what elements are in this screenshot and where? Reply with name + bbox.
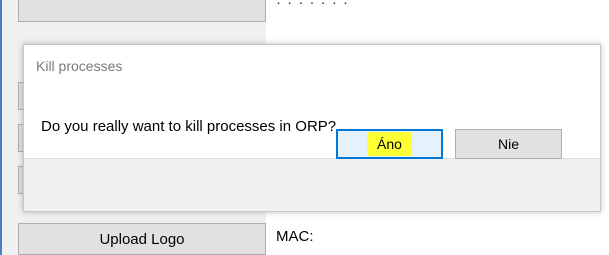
upload-logo-button[interactable]: Upload Logo xyxy=(18,223,266,255)
no-button[interactable]: Nie xyxy=(455,129,562,159)
yes-button-label: Áno xyxy=(367,132,412,156)
window-left-border xyxy=(0,0,2,255)
upload-logo-label: Upload Logo xyxy=(99,230,185,248)
kill-processes-dialog: Kill processes Do you really want to kil… xyxy=(23,44,601,212)
info-text-partial-top: · · · · · · · xyxy=(276,0,349,11)
mac-label: MAC: xyxy=(276,228,314,245)
screen: · · · · · · · · · · · · · · Upload Logo … xyxy=(0,0,609,255)
dialog-title: Kill processes xyxy=(36,58,123,74)
dialog-message: Do you really want to kill processes in … xyxy=(41,118,337,135)
yes-button[interactable]: Áno xyxy=(336,129,443,159)
no-button-label: Nie xyxy=(497,136,519,152)
background-button-top[interactable] xyxy=(18,0,266,22)
dialog-button-bar xyxy=(24,158,600,211)
